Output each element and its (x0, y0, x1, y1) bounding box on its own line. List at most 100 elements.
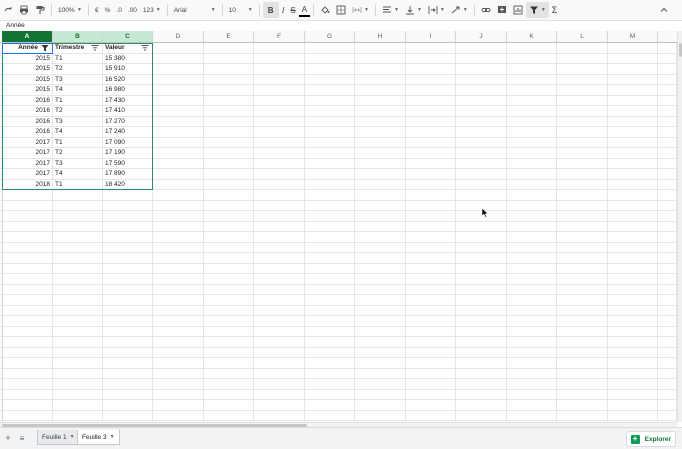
grid-cell[interactable] (608, 85, 658, 96)
grid-cell[interactable] (305, 358, 355, 369)
grid-cell[interactable] (305, 347, 355, 358)
grid-cell[interactable] (153, 148, 204, 159)
insert-chart-icon[interactable] (510, 2, 526, 18)
sheet-tab-1[interactable]: Feuille 1 ▼ (37, 430, 80, 445)
grid-cell[interactable] (355, 148, 406, 159)
grid-cell[interactable] (658, 305, 677, 316)
grid-cell[interactable] (456, 190, 507, 201)
grid-cell[interactable] (305, 410, 355, 421)
grid-cell[interactable] (254, 106, 305, 117)
grid-cell[interactable] (406, 274, 456, 285)
grid-cell[interactable] (355, 179, 406, 190)
grid-cell[interactable] (608, 116, 658, 127)
grid-cell[interactable] (355, 305, 406, 316)
grid-cell[interactable] (153, 284, 204, 295)
year-cell[interactable]: 2015 (2, 53, 53, 64)
quarter-cell[interactable]: T1 (53, 95, 103, 106)
grid-cell[interactable] (557, 253, 608, 264)
column-header-g[interactable]: G (305, 31, 355, 42)
grid-cell[interactable] (204, 169, 254, 180)
grid-cell[interactable] (53, 337, 103, 348)
grid-cell[interactable] (355, 274, 406, 285)
grid-cell[interactable] (204, 379, 254, 390)
grid-cell[interactable] (557, 127, 608, 138)
grid-cell[interactable] (204, 232, 254, 243)
text-wrap-icon[interactable]: ▼ (425, 2, 448, 18)
grid-cell[interactable] (204, 53, 254, 64)
grid-cell[interactable] (254, 200, 305, 211)
grid-cell[interactable] (406, 95, 456, 106)
grid-cell[interactable] (658, 148, 677, 159)
grid-cell[interactable] (557, 64, 608, 75)
grid-cell[interactable] (355, 85, 406, 96)
zoom-select[interactable]: 100% ▼ (55, 2, 85, 18)
grid-cell[interactable] (53, 274, 103, 285)
grid-cell[interactable] (53, 232, 103, 243)
grid-cell[interactable] (658, 274, 677, 285)
grid-cell[interactable] (557, 305, 608, 316)
grid-cell[interactable] (153, 389, 204, 400)
grid-cell[interactable] (254, 232, 305, 243)
grid-cell[interactable] (507, 389, 557, 400)
grid-cell[interactable] (456, 389, 507, 400)
grid-cell[interactable] (254, 169, 305, 180)
grid-cell[interactable] (53, 190, 103, 201)
collapse-toolbar-icon[interactable] (656, 2, 672, 18)
grid-cell[interactable] (53, 284, 103, 295)
grid-cell[interactable] (2, 274, 53, 285)
grid-cell[interactable] (456, 347, 507, 358)
grid-cell[interactable] (608, 389, 658, 400)
grid-cell[interactable] (658, 410, 677, 421)
grid-cell[interactable] (254, 295, 305, 306)
grid-cell[interactable] (456, 263, 507, 274)
grid-cell[interactable] (406, 116, 456, 127)
grid-cell[interactable] (153, 347, 204, 358)
grid-cell[interactable] (557, 410, 608, 421)
grid-cell[interactable] (456, 95, 507, 106)
grid-cell[interactable] (456, 326, 507, 337)
grid-cell[interactable] (658, 53, 677, 64)
grid-cell[interactable] (507, 295, 557, 306)
grid-cell[interactable] (658, 221, 677, 232)
grid-cell[interactable] (658, 179, 677, 190)
grid-cell[interactable] (456, 158, 507, 169)
grid-cell[interactable] (557, 190, 608, 201)
grid-cell[interactable] (355, 74, 406, 85)
text-rotation-icon[interactable]: ▼ (448, 2, 471, 18)
grid-cell[interactable] (204, 211, 254, 222)
grid-cell[interactable] (153, 368, 204, 379)
grid-cell[interactable] (204, 347, 254, 358)
grid-cell[interactable] (456, 74, 507, 85)
grid-cell[interactable] (103, 379, 153, 390)
grid-cell[interactable] (305, 148, 355, 159)
grid-cell[interactable] (103, 326, 153, 337)
grid-cell[interactable] (355, 127, 406, 138)
grid-cell[interactable] (557, 347, 608, 358)
grid-cell[interactable] (254, 85, 305, 96)
italic-button[interactable]: I (279, 2, 288, 18)
grid-cell[interactable] (254, 74, 305, 85)
grid-cell[interactable] (406, 43, 456, 54)
grid-cell[interactable] (204, 190, 254, 201)
column-header-f[interactable]: F (254, 31, 305, 42)
grid-cell[interactable] (254, 221, 305, 232)
grid-cell[interactable] (507, 379, 557, 390)
grid-cell[interactable] (103, 274, 153, 285)
grid-cell[interactable] (507, 316, 557, 327)
grid-cell[interactable] (608, 95, 658, 106)
grid-cell[interactable] (658, 116, 677, 127)
grid-cell[interactable] (406, 64, 456, 75)
grid-cell[interactable] (658, 43, 677, 54)
grid-cell[interactable] (406, 242, 456, 253)
all-sheets-icon[interactable]: ≡ (17, 432, 27, 444)
grid-cell[interactable] (254, 316, 305, 327)
grid-cell[interactable] (406, 106, 456, 117)
redo-icon[interactable] (0, 2, 16, 18)
quarter-cell[interactable]: T3 (53, 158, 103, 169)
grid-cell[interactable] (254, 263, 305, 274)
grid-cell[interactable] (103, 232, 153, 243)
grid-cell[interactable] (355, 95, 406, 106)
grid-cell[interactable] (204, 85, 254, 96)
quarter-cell[interactable]: T1 (53, 137, 103, 148)
grid-cell[interactable] (153, 116, 204, 127)
